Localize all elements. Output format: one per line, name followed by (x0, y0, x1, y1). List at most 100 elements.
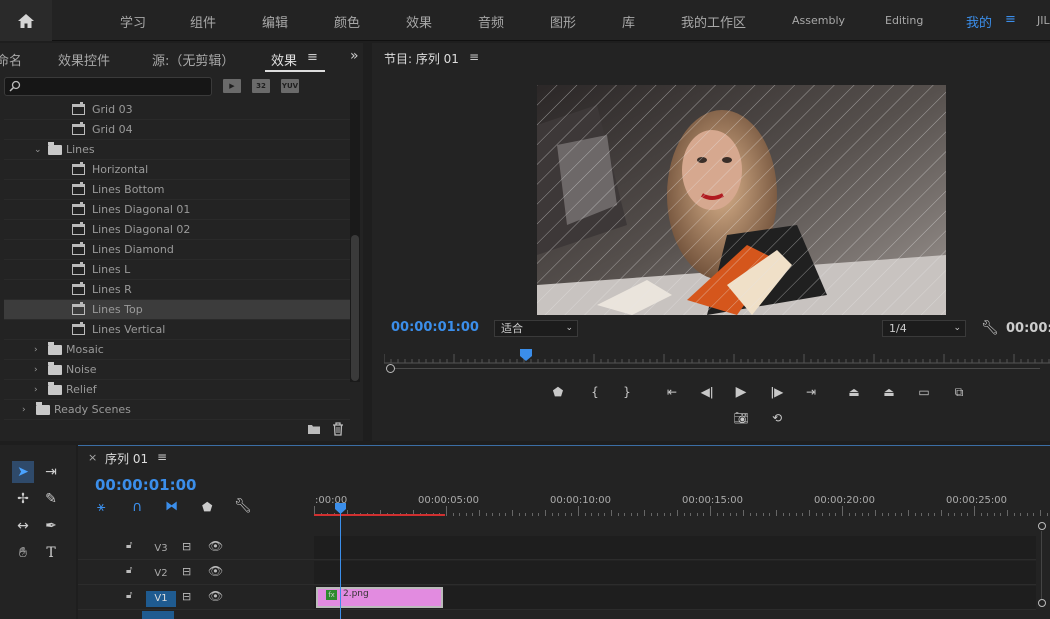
workspace-menu-icon[interactable]: ≡ (1005, 12, 1016, 27)
workspace-edit[interactable]: 编辑 (262, 12, 288, 31)
tab-effects[interactable]: 效果 (271, 50, 297, 69)
effect-folder[interactable]: › Relief (4, 380, 350, 400)
extract-icon[interactable]: ⏏ (879, 382, 899, 402)
program-timecode[interactable]: 00:00:01:00 (391, 320, 479, 335)
go-to-out-icon[interactable]: ⇥ (801, 382, 821, 402)
workspace-graphics[interactable]: 图形 (550, 12, 576, 31)
track-select-tool-icon[interactable]: ⇥ (40, 461, 62, 483)
nest-icon[interactable]: ⚹ (97, 499, 105, 515)
chevron-right-icon[interactable]: › (22, 400, 26, 420)
panel-menu-icon[interactable]: ≡ (307, 50, 318, 65)
tab-source[interactable]: 源:（无剪辑） (152, 50, 234, 69)
eye-icon[interactable]: 👁︎ (208, 589, 223, 603)
chevron-down-icon[interactable]: ⌄ (34, 140, 42, 160)
add-marker-icon[interactable]: ⬟ (202, 500, 212, 514)
source-patch-a1[interactable] (142, 611, 174, 619)
export-frame-icon[interactable]: 📷︎ (731, 408, 751, 428)
effect-item[interactable]: Lines L (4, 260, 350, 280)
mark-in-icon[interactable]: { (585, 382, 605, 402)
effect-item[interactable]: Lines Diagonal 01 (4, 200, 350, 220)
ripple-edit-tool-icon[interactable]: ✢ (12, 488, 34, 510)
playhead-icon[interactable] (334, 502, 347, 515)
close-sequence-icon[interactable]: × (88, 451, 97, 464)
tab-naming[interactable]: 命名 (0, 50, 22, 69)
program-menu-icon[interactable]: ≡ (469, 50, 479, 64)
effect-item[interactable]: Grid 04 (4, 120, 350, 140)
play-icon[interactable]: ▶ (731, 382, 751, 402)
lock-icon[interactable]: 🔓︎ (126, 540, 132, 551)
slip-tool-icon[interactable]: ↔ (12, 515, 34, 537)
sync-lock-icon[interactable]: ⊟ (182, 540, 191, 553)
pen-tool-icon[interactable]: ✒ (40, 515, 62, 537)
effects-scroll-thumb[interactable] (351, 235, 359, 381)
timeline-timecode[interactable]: 00:00:01:00 (95, 476, 197, 494)
program-monitor-title[interactable]: 节目: 序列 01 (384, 50, 459, 67)
add-marker-icon[interactable]: ⬟ (548, 382, 568, 402)
workspace-jil[interactable]: JIL (1037, 14, 1050, 27)
sync-lock-icon[interactable]: ⊟ (182, 590, 191, 603)
track-lane-v3[interactable] (314, 536, 1036, 560)
timeline-settings-icon[interactable]: 🔧︎ (234, 498, 252, 514)
multi-camera-icon[interactable]: ⧉ (949, 382, 969, 402)
sequence-tab[interactable]: 序列 01 (105, 450, 148, 467)
chevron-right-icon[interactable]: › (34, 380, 38, 400)
effect-item[interactable]: Lines Bottom (4, 180, 350, 200)
expand-panels-icon[interactable]: » (350, 48, 359, 64)
effect-item[interactable]: Lines Diagonal 02 (4, 220, 350, 240)
effect-item[interactable]: Horizontal (4, 160, 350, 180)
workspace-audio[interactable]: 音频 (478, 12, 504, 31)
track-label-v1[interactable]: V1 (146, 591, 176, 607)
type-tool-icon[interactable]: T (40, 542, 62, 564)
effect-item[interactable]: Lines Top (4, 300, 350, 320)
snap-icon[interactable]: ∩ (132, 499, 142, 515)
step-forward-icon[interactable]: ǀ▶ (767, 382, 787, 402)
workspace-editing[interactable]: Editing (885, 14, 923, 27)
go-to-in-icon[interactable]: ⇤ (662, 382, 682, 402)
track-lane-v2[interactable] (314, 561, 1036, 585)
selection-tool-icon[interactable]: ➤ (12, 461, 34, 483)
fit-dropdown[interactable]: 适合 ⌄ (494, 320, 578, 337)
effect-item[interactable]: Lines Vertical (4, 320, 350, 340)
workspace-assembly-cn[interactable]: 组件 (190, 12, 216, 31)
yuv-effects-button[interactable]: YUV (281, 79, 299, 93)
sync-lock-icon[interactable]: ⊟ (182, 565, 191, 578)
effect-folder[interactable]: ⌄ Lines (4, 140, 350, 160)
effect-item[interactable]: Lines Diamond (4, 240, 350, 260)
home-button[interactable] (0, 0, 52, 41)
workspace-effects[interactable]: 效果 (406, 12, 432, 31)
vertical-zoom-handle-bottom[interactable] (1038, 599, 1046, 607)
linked-selection-icon[interactable]: ⧓ (165, 499, 178, 514)
chevron-right-icon[interactable]: › (34, 340, 38, 360)
workspace-learn[interactable]: 学习 (120, 12, 146, 31)
program-playhead-icon[interactable] (518, 348, 534, 362)
workspace-assembly[interactable]: Assembly (792, 14, 845, 27)
accelerated-effects-icon[interactable]: ▶ (223, 79, 241, 93)
hand-tool-icon[interactable]: ✋︎ (12, 542, 34, 564)
settings-wrench-icon[interactable]: 🔧︎ (981, 320, 999, 336)
effect-item[interactable]: Grid 03 (4, 100, 350, 120)
effects-search-input[interactable] (4, 77, 212, 96)
vertical-scroll-track[interactable] (1041, 531, 1042, 599)
workspace-library[interactable]: 库 (622, 12, 635, 31)
program-mini-ruler[interactable] (384, 350, 1050, 364)
effect-folder[interactable]: › Mosaic (4, 340, 350, 360)
comparison-view-icon[interactable]: ⟲ (767, 408, 787, 428)
effect-folder[interactable]: › Noise (4, 360, 350, 380)
lock-icon[interactable]: 🔓︎ (126, 590, 132, 601)
new-bin-icon[interactable] (307, 423, 321, 435)
effect-item[interactable]: Lines R (4, 280, 350, 300)
track-label-v3[interactable]: V3 (146, 541, 176, 557)
zoom-handle[interactable] (386, 364, 395, 373)
effect-folder[interactable]: › Ready Scenes (4, 400, 350, 420)
step-back-icon[interactable]: ◀ǀ (697, 382, 717, 402)
delete-icon[interactable] (332, 422, 344, 436)
vertical-zoom-handle-top[interactable] (1038, 522, 1046, 530)
zoom-scroll-track[interactable] (388, 368, 1040, 369)
razor-tool-icon[interactable]: ✎ (40, 488, 62, 510)
track-label-v2[interactable]: V2 (146, 566, 176, 582)
timeline-clip[interactable]: fx 2.png (316, 587, 443, 608)
workspace-mine[interactable]: 我的 (966, 12, 992, 31)
32bit-effects-button[interactable]: 32 (252, 79, 270, 93)
workspace-color[interactable]: 颜色 (334, 12, 360, 31)
lift-icon[interactable]: ⏏ (844, 382, 864, 402)
